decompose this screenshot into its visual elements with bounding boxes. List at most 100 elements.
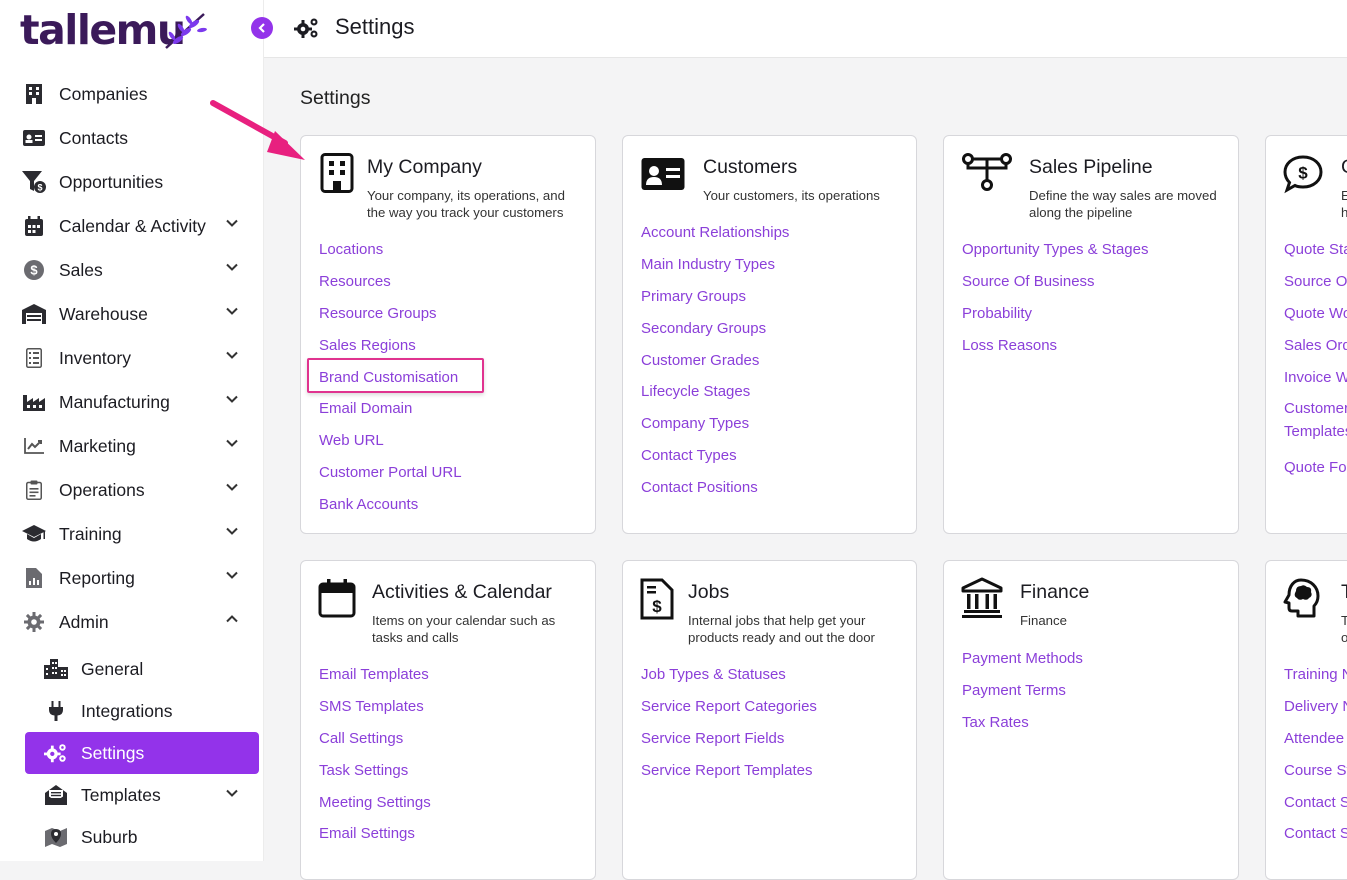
link-contact-st[interactable]: Contact St: [1284, 818, 1347, 850]
dollar-coin-icon: $: [22, 258, 46, 282]
calendar-icon: [22, 214, 46, 238]
link-email-domain[interactable]: Email Domain: [319, 393, 462, 425]
link-job-types-statuses[interactable]: Job Types & Statuses: [641, 659, 817, 691]
sidebar-item-label: Operations: [59, 479, 145, 500]
cogs-icon: [44, 741, 68, 765]
link-course-st[interactable]: Course St: [1284, 755, 1347, 787]
link-tax-rates[interactable]: Tax Rates: [962, 707, 1083, 739]
sidebar-item-calendar-activity[interactable]: Calendar & Activity: [0, 204, 264, 248]
link-payment-terms[interactable]: Payment Terms: [962, 675, 1083, 707]
sidebar-subitem-suburb[interactable]: Suburb: [0, 816, 264, 858]
link-service-report-fields[interactable]: Service Report Fields: [641, 723, 817, 755]
link-quote-form[interactable]: Quote Fo: [1284, 452, 1347, 484]
comment-dollar-icon: $: [1283, 155, 1323, 194]
sidebar-item-inventory[interactable]: Inventory: [0, 336, 264, 380]
link-contact-s[interactable]: Contact S: [1284, 787, 1347, 819]
sidebar-item-sales[interactable]: $ Sales: [0, 248, 264, 292]
link-source-of-business[interactable]: Source Of Business: [962, 266, 1149, 298]
link-resource-groups[interactable]: Resource Groups: [319, 298, 462, 330]
link-opportunity-types-stages[interactable]: Opportunity Types & Stages: [962, 234, 1149, 266]
sidebar-item-marketing[interactable]: Marketing: [0, 424, 264, 468]
link-loss-reasons[interactable]: Loss Reasons: [962, 330, 1149, 362]
chevron-down-icon[interactable]: [226, 569, 238, 581]
chevron-up-icon[interactable]: [226, 613, 238, 625]
link-source-of[interactable]: Source Of: [1284, 266, 1347, 298]
link-quote-workflow[interactable]: Quote Wo: [1284, 298, 1347, 330]
link-sales-order[interactable]: Sales Ord: [1284, 330, 1347, 362]
chevron-down-icon[interactable]: [226, 525, 238, 537]
card-sales-pipeline: Sales Pipeline Define the way sales are …: [943, 135, 1239, 534]
link-probability[interactable]: Probability: [962, 298, 1149, 330]
link-main-industry-types[interactable]: Main Industry Types: [641, 249, 789, 281]
link-primary-groups[interactable]: Primary Groups: [641, 281, 789, 313]
collapse-sidebar-button[interactable]: [251, 17, 273, 39]
link-training-n[interactable]: Training N: [1284, 659, 1347, 691]
graduation-cap-icon: [22, 522, 46, 546]
sidebar-item-reporting[interactable]: Reporting: [0, 556, 264, 600]
link-meeting-settings[interactable]: Meeting Settings: [319, 787, 431, 819]
chevron-down-icon[interactable]: [226, 261, 238, 273]
annotation-arrow-icon: [210, 100, 305, 160]
link-task-settings[interactable]: Task Settings: [319, 755, 431, 787]
link-sms-templates[interactable]: SMS Templates: [319, 691, 431, 723]
logo[interactable]: tallemu: [20, 6, 186, 54]
link-service-report-categories[interactable]: Service Report Categories: [641, 691, 817, 723]
link-web-url[interactable]: Web URL: [319, 425, 462, 457]
sidebar-item-training[interactable]: Training: [0, 512, 264, 556]
chevron-down-icon[interactable]: [226, 217, 238, 229]
sidebar-item-warehouse[interactable]: Warehouse: [0, 292, 264, 336]
link-resources[interactable]: Resources: [319, 266, 462, 298]
chevron-down-icon[interactable]: [226, 305, 238, 317]
sidebar-subitem-general[interactable]: General: [0, 648, 264, 690]
link-email-templates[interactable]: Email Templates: [319, 659, 431, 691]
sidebar-item-admin[interactable]: Admin: [0, 600, 264, 644]
link-call-settings[interactable]: Call Settings: [319, 723, 431, 755]
link-customer-templates[interactable]: Customer Templates: [1284, 393, 1347, 452]
link-contact-positions[interactable]: Contact Positions: [641, 472, 789, 504]
link-invoice-workflow[interactable]: Invoice W: [1284, 362, 1347, 394]
file-invoice-dollar-icon: $: [640, 578, 674, 620]
card-links: Email Templates SMS Templates Call Setti…: [319, 659, 431, 850]
link-delivery-n[interactable]: Delivery N: [1284, 691, 1347, 723]
link-quote-stages[interactable]: Quote Sta: [1284, 234, 1347, 266]
chevron-down-icon[interactable]: [226, 437, 238, 449]
link-bank-accounts[interactable]: Bank Accounts: [319, 489, 462, 521]
link-locations[interactable]: Locations: [319, 234, 462, 266]
clipboard-check-icon: [22, 478, 46, 502]
link-email-settings[interactable]: Email Settings: [319, 818, 431, 850]
chevron-down-icon[interactable]: [226, 481, 238, 493]
chevron-left-icon: [258, 23, 265, 33]
sidebar-item-operations[interactable]: Operations: [0, 468, 264, 512]
link-customer-portal-url[interactable]: Customer Portal URL: [319, 457, 462, 489]
page-title: Settings: [335, 14, 415, 39]
id-card-icon: [641, 158, 685, 190]
chevron-down-icon[interactable]: [226, 787, 238, 799]
link-service-report-templates[interactable]: Service Report Templates: [641, 755, 817, 787]
card-activities-calendar: Activities & Calendar Items on your cale…: [300, 560, 596, 880]
link-contact-types[interactable]: Contact Types: [641, 440, 789, 472]
link-lifecycle-stages[interactable]: Lifecycle Stages: [641, 376, 789, 408]
calendar-icon: [318, 579, 356, 618]
factory-icon: [22, 390, 46, 414]
svg-text:$: $: [37, 183, 42, 193]
warehouse-icon: [22, 302, 46, 326]
sidebar-item-label: Inventory: [59, 347, 131, 368]
card-description: Your customers, its operations: [703, 188, 880, 203]
funnel-dollar-icon: $: [22, 170, 46, 194]
link-company-types[interactable]: Company Types: [641, 408, 789, 440]
link-secondary-groups[interactable]: Secondary Groups: [641, 313, 789, 345]
sidebar-subitem-integrations[interactable]: Integrations: [0, 690, 264, 732]
link-payment-methods[interactable]: Payment Methods: [962, 643, 1083, 675]
sidebar-item-manufacturing[interactable]: Manufacturing: [0, 380, 264, 424]
sidebar-subitem-templates[interactable]: Templates: [0, 774, 264, 816]
link-customer-grades[interactable]: Customer Grades: [641, 345, 789, 377]
link-account-relationships[interactable]: Account Relationships: [641, 217, 789, 249]
chevron-down-icon[interactable]: [226, 393, 238, 405]
card-links: Opportunity Types & Stages Source Of Bus…: [962, 234, 1149, 362]
sidebar-subitem-settings[interactable]: Settings: [25, 732, 259, 774]
card-title: T: [1341, 581, 1347, 604]
card-title: Sales Pipeline: [1029, 156, 1153, 178]
link-sales-regions[interactable]: Sales Regions: [319, 330, 462, 362]
link-attendee[interactable]: Attendee: [1284, 723, 1347, 755]
chevron-down-icon[interactable]: [226, 349, 238, 361]
